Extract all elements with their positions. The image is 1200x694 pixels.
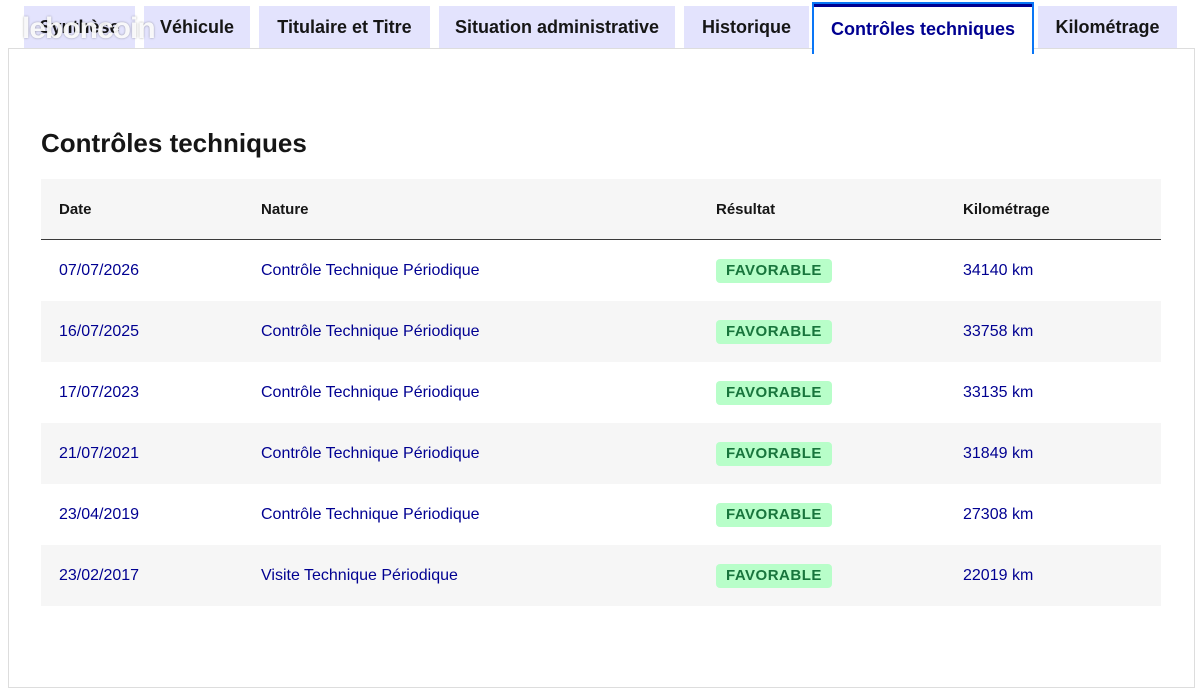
table-header: Date Nature Résultat Kilométrage — [41, 179, 1161, 240]
row-result-cell: FAVORABLE — [716, 362, 832, 423]
row-result-cell: FAVORABLE — [716, 240, 832, 301]
table-row: 23/04/2019 Contrôle Technique Périodique… — [41, 484, 1161, 545]
row-result-cell: FAVORABLE — [716, 484, 832, 545]
row-nature: Contrôle Technique Périodique — [261, 322, 480, 340]
table-row: 17/07/2023 Contrôle Technique Périodique… — [41, 362, 1161, 423]
row-nature: Visite Technique Périodique — [261, 566, 458, 584]
row-kilometrage: 22019 km — [963, 566, 1034, 584]
row-kilometrage: 33758 km — [963, 322, 1034, 340]
tab-titulaire-et-titre[interactable]: Titulaire et Titre — [259, 6, 430, 49]
leboncoin-watermark-logo: leboncoin — [22, 12, 156, 45]
row-nature: Contrôle Technique Périodique — [261, 383, 480, 401]
result-badge: FAVORABLE — [716, 563, 832, 588]
tab-vehicule[interactable]: Véhicule — [144, 6, 250, 49]
tab-controles-techniques[interactable]: Contrôles techniques — [812, 2, 1034, 54]
table-row: 07/07/2026 Contrôle Technique Périodique… — [41, 240, 1161, 301]
row-date: 23/04/2019 — [59, 505, 140, 523]
row-nature: Contrôle Technique Périodique — [261, 505, 480, 523]
row-kilometrage: 33135 km — [963, 383, 1034, 401]
row-date: 21/07/2021 — [59, 444, 140, 462]
row-kilometrage: 27308 km — [963, 505, 1034, 523]
tab-historique[interactable]: Historique — [684, 6, 809, 49]
tab-bar: Synthèse Véhicule Titulaire et Titre Sit… — [0, 0, 1200, 54]
row-nature: Contrôle Technique Périodique — [261, 261, 480, 279]
row-date: 17/07/2023 — [59, 383, 140, 401]
result-badge: FAVORABLE — [716, 502, 832, 527]
section-title: Contrôles techniques — [41, 128, 307, 158]
row-date: 23/02/2017 — [59, 566, 140, 584]
result-badge: FAVORABLE — [716, 380, 832, 405]
header-resultat: Résultat — [716, 200, 776, 218]
row-kilometrage: 31849 km — [963, 444, 1034, 462]
header-nature: Nature — [261, 200, 309, 218]
row-date: 07/07/2026 — [59, 261, 140, 279]
tab-situation-administrative[interactable]: Situation administrative — [439, 6, 675, 49]
result-badge: FAVORABLE — [716, 441, 832, 466]
table-row: 16/07/2025 Contrôle Technique Périodique… — [41, 301, 1161, 362]
controles-table: Date Nature Résultat Kilométrage 07/07/2… — [41, 179, 1161, 606]
row-result-cell: FAVORABLE — [716, 545, 832, 606]
tab-kilometrage[interactable]: Kilométrage — [1038, 6, 1177, 49]
table-row: 21/07/2021 Contrôle Technique Périodique… — [41, 423, 1161, 484]
header-date: Date — [59, 200, 92, 218]
header-kilometrage: Kilométrage — [963, 200, 1050, 218]
table-row: 23/02/2017 Visite Technique Périodique F… — [41, 545, 1161, 606]
row-kilometrage: 34140 km — [963, 261, 1034, 279]
row-nature: Contrôle Technique Périodique — [261, 444, 480, 462]
row-result-cell: FAVORABLE — [716, 423, 832, 484]
row-result-cell: FAVORABLE — [716, 301, 832, 362]
result-badge: FAVORABLE — [716, 258, 832, 283]
result-badge: FAVORABLE — [716, 319, 832, 344]
row-date: 16/07/2025 — [59, 322, 140, 340]
